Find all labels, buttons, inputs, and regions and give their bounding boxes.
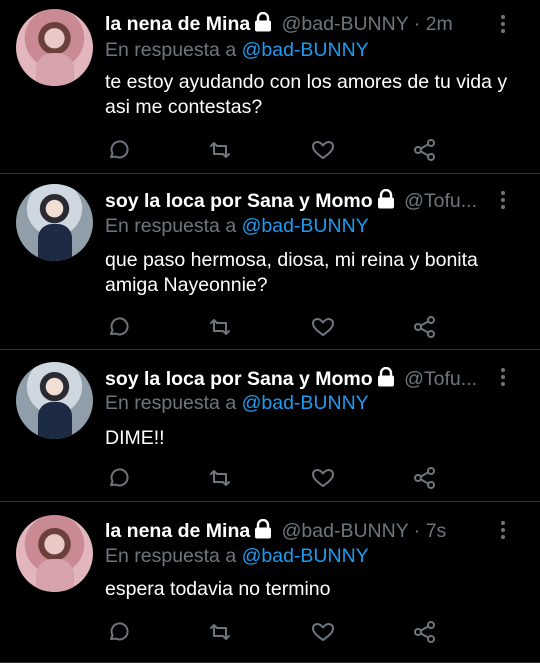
reply-icon[interactable]	[105, 314, 131, 340]
avatar[interactable]	[16, 184, 93, 261]
reply-mention-link[interactable]: @bad-BUNNY	[242, 545, 369, 567]
tweet[interactable]: la nena de Mina @bad-BUNNY · 2m En respu…	[0, 0, 540, 174]
tweet-header: la nena de Mina @bad-BUNNY · 2m	[105, 11, 492, 37]
user-handle[interactable]: @bad-BUNNY	[282, 520, 409, 542]
avatar[interactable]	[16, 9, 93, 86]
reply-label: En respuesta a	[105, 392, 237, 414]
more-vertical-icon[interactable]	[498, 191, 508, 213]
share-icon[interactable]	[412, 619, 438, 645]
lock-icon	[254, 11, 272, 37]
avatar[interactable]	[16, 362, 93, 439]
reply-context: En respuesta a @bad-BUNNY	[105, 213, 369, 239]
tweet[interactable]: soy la loca por Sana y Momo @Tofu... En …	[0, 174, 540, 350]
lock-icon	[377, 188, 395, 214]
retweet-icon[interactable]	[207, 314, 233, 340]
tweet-actions	[105, 314, 445, 340]
heart-icon[interactable]	[310, 619, 336, 645]
reply-icon[interactable]	[105, 465, 131, 491]
heart-icon[interactable]	[310, 314, 336, 340]
retweet-icon[interactable]	[207, 137, 233, 163]
more-vertical-icon[interactable]	[498, 15, 508, 37]
reply-context: En respuesta a @bad-BUNNY	[105, 543, 369, 569]
user-handle[interactable]: @Tofu...	[404, 368, 477, 390]
more-vertical-icon[interactable]	[498, 521, 508, 543]
display-name[interactable]: la nena de Mina	[105, 520, 250, 542]
share-icon[interactable]	[412, 314, 438, 340]
heart-icon[interactable]	[310, 465, 336, 491]
lock-icon	[254, 518, 272, 544]
timestamp[interactable]: 7s	[426, 520, 447, 542]
reply-label: En respuesta a	[105, 39, 237, 61]
display-name[interactable]: soy la loca por Sana y Momo	[105, 190, 373, 212]
lock-icon	[377, 366, 395, 392]
retweet-icon[interactable]	[207, 465, 233, 491]
more-vertical-icon[interactable]	[498, 368, 508, 390]
reply-icon[interactable]	[105, 619, 131, 645]
display-name[interactable]: soy la loca por Sana y Momo	[105, 368, 373, 390]
tweet-text: que paso hermosa, diosa, mi reina y boni…	[105, 249, 478, 296]
user-handle[interactable]: @Tofu...	[404, 190, 477, 212]
reply-mention-link[interactable]: @bad-BUNNY	[242, 39, 369, 61]
tweet-text: espera todavia no termino	[105, 578, 331, 600]
separator-dot: ·	[413, 520, 421, 542]
reply-mention-link[interactable]: @bad-BUNNY	[242, 392, 369, 414]
tweet[interactable]: la nena de Mina @bad-BUNNY · 7s En respu…	[0, 502, 540, 663]
tweet-actions	[105, 619, 445, 645]
reply-mention-link[interactable]: @bad-BUNNY	[242, 215, 369, 237]
reply-icon[interactable]	[105, 137, 131, 163]
tweet-text: DIME!!	[105, 427, 165, 449]
user-handle[interactable]: @bad-BUNNY	[282, 13, 409, 35]
reply-context: En respuesta a @bad-BUNNY	[105, 390, 369, 416]
retweet-icon[interactable]	[207, 619, 233, 645]
separator-dot: ·	[413, 13, 421, 35]
heart-icon[interactable]	[310, 137, 336, 163]
tweet-header: la nena de Mina @bad-BUNNY · 7s	[105, 518, 492, 544]
tweet-header: soy la loca por Sana y Momo @Tofu...	[105, 366, 492, 392]
avatar[interactable]	[16, 515, 93, 592]
reply-label: En respuesta a	[105, 215, 237, 237]
tweet-actions	[105, 137, 445, 163]
reply-label: En respuesta a	[105, 545, 237, 567]
display-name[interactable]: la nena de Mina	[105, 13, 250, 35]
timestamp[interactable]: 2m	[426, 13, 453, 35]
reply-context: En respuesta a @bad-BUNNY	[105, 37, 369, 63]
timeline-feed: la nena de Mina @bad-BUNNY · 2m En respu…	[0, 0, 540, 663]
tweet-header: soy la loca por Sana y Momo @Tofu...	[105, 188, 492, 214]
share-icon[interactable]	[412, 137, 438, 163]
tweet[interactable]: soy la loca por Sana y Momo @Tofu... En …	[0, 350, 540, 502]
share-icon[interactable]	[412, 465, 438, 491]
tweet-text: te estoy ayudando con los amores de tu v…	[105, 71, 508, 118]
tweet-actions	[105, 465, 445, 491]
